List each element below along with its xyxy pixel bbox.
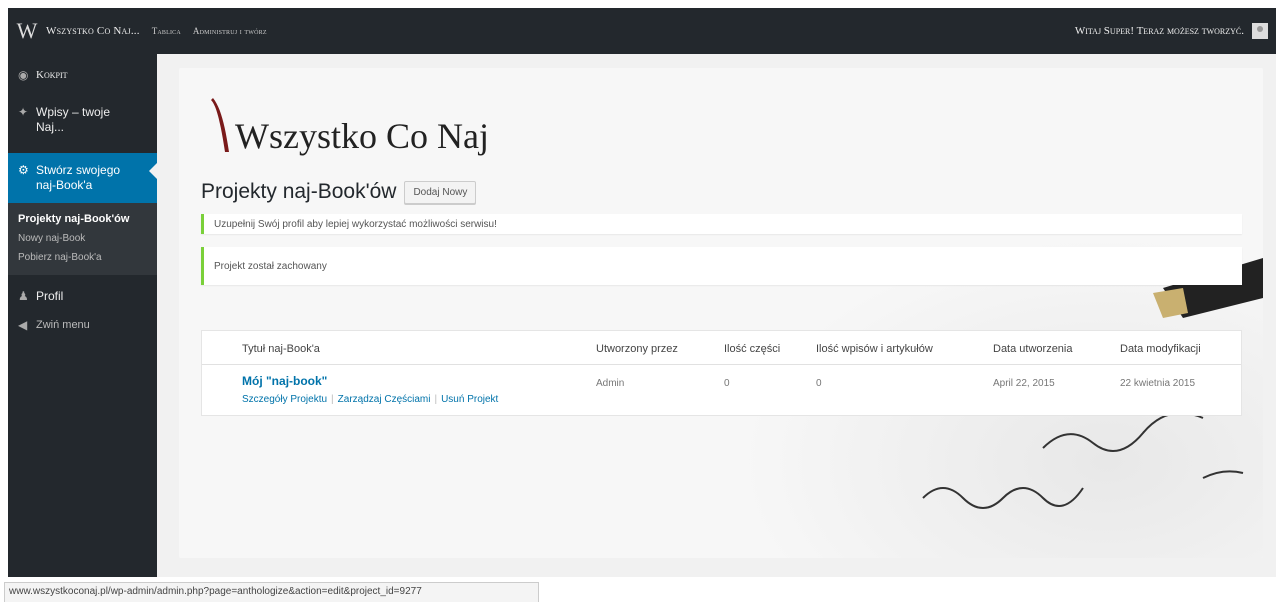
column-header-author[interactable]: Utworzony przez xyxy=(596,343,678,355)
column-header-parts[interactable]: Ilość części xyxy=(724,343,780,355)
sidebar-item-wpisy[interactable]: ✦ Wpisy – twoje Naj... xyxy=(8,93,157,145)
add-new-button[interactable]: Dodaj Nowy xyxy=(404,180,477,204)
table-header: Tytuł naj-Book'a Utworzony przez Ilość c… xyxy=(202,331,1241,365)
manage-link[interactable]: Administruj i twórz xyxy=(193,26,267,36)
submenu-item-nowy[interactable]: Nowy naj-Book xyxy=(8,229,157,248)
pin-icon: ✦ xyxy=(18,105,29,119)
gear-icon: ⚙ xyxy=(18,163,29,177)
column-header-created[interactable]: Data utworzenia xyxy=(993,343,1073,355)
saved-notice: Projekt został zachowany xyxy=(201,247,1242,285)
site-name-link[interactable]: Wszystko Co Naj... xyxy=(46,25,140,37)
page-title: Projekty naj-Book'ów xyxy=(201,180,397,203)
page-heading: Projekty naj-Book'ów Dodaj Nowy xyxy=(201,180,477,204)
logo-text: Wszystko Co Naj xyxy=(235,116,489,156)
profile-notice: Uzupełnij Swój profil aby lepiej wykorzy… xyxy=(201,214,1242,234)
sidebar-item-collapse[interactable]: ◀ Zwiń menu xyxy=(8,314,157,343)
account-menu[interactable]: Witaj Super! Teraz możesz tworzyć. xyxy=(1075,23,1268,39)
modified-cell: 22 kwietnia 2015 xyxy=(1120,378,1196,389)
project-details-link[interactable]: Szczegóły Projektu xyxy=(242,394,327,405)
dashboard-icon: ◉ xyxy=(18,68,29,82)
sidebar-item-label: Zwiń menu xyxy=(36,319,90,331)
manage-parts-link[interactable]: Zarządzaj Częściami xyxy=(338,394,431,405)
sidebar-item-label: Wpisy – twoje Naj... xyxy=(36,105,111,134)
notice-text: Uzupełnij Swój profil aby lepiej wykorzy… xyxy=(214,218,497,230)
sidebar-item-kokpit[interactable]: ◉ Kokpit xyxy=(8,54,157,93)
sidebar-item-label: Profil xyxy=(36,289,64,303)
parts-cell: 0 xyxy=(724,378,730,389)
dashboard-link[interactable]: Tablica xyxy=(152,26,181,36)
browser-status-url: www.wszystkoconaj.pl/wp-admin/admin.php?… xyxy=(4,582,539,602)
user-icon: ♟ xyxy=(18,289,29,303)
greeting-text[interactable]: Witaj Super! Teraz możesz tworzyć. xyxy=(1075,25,1244,37)
notice-text: Projekt został zachowany xyxy=(214,260,327,272)
author-cell: Admin xyxy=(596,378,625,389)
main-content: Wszystko Co Naj Projekty naj-Book'ów Dod… xyxy=(157,54,1276,577)
row-actions: Szczegóły Projektu | Zarządzaj Częściami | U… xyxy=(242,394,499,405)
posts-cell: 0 xyxy=(816,378,822,389)
sidebar-item-label: Kokpit xyxy=(36,69,68,81)
site-logo: Wszystko Co Naj xyxy=(207,96,489,156)
avatar[interactable] xyxy=(1252,23,1268,39)
sidebar-item-profil[interactable]: ♟ Profil xyxy=(8,275,157,314)
column-header-title[interactable]: Tytuł naj-Book'a xyxy=(242,343,320,355)
project-title-link[interactable]: Mój "naj-book" xyxy=(242,374,327,388)
column-header-modified[interactable]: Data modyfikacji xyxy=(1120,343,1201,355)
sidebar-submenu: Projekty naj-Book'ów Nowy naj-Book Pobie… xyxy=(8,203,157,275)
wordpress-logo-icon[interactable]: W xyxy=(8,18,46,44)
admin-bar: W Wszystko Co Naj... Tablica Administruj… xyxy=(8,8,1276,54)
submenu-item-pobierz[interactable]: Pobierz naj-Book'a xyxy=(8,248,157,267)
collapse-icon: ◀ xyxy=(18,318,28,332)
content-panel: Wszystko Co Naj Projekty naj-Book'ów Dod… xyxy=(179,68,1263,558)
projects-table: Tytuł naj-Book'a Utworzony przez Ilość c… xyxy=(201,330,1242,416)
sidebar-item-stworz[interactable]: ⚙ Stwórz swojego naj-Book'a xyxy=(8,153,157,203)
submenu-item-projekty[interactable]: Projekty naj-Book'ów xyxy=(8,209,157,229)
delete-project-link[interactable]: Usuń Projekt xyxy=(441,394,498,405)
sidebar-item-label: Stwórz swojego naj-Book'a xyxy=(36,163,121,192)
admin-sidebar: ◉ Kokpit ✦ Wpisy – twoje Naj... ⚙ Stwórz… xyxy=(8,54,157,577)
created-cell: April 22, 2015 xyxy=(993,378,1055,389)
column-header-posts[interactable]: Ilość wpisów i artykułów xyxy=(816,343,933,355)
